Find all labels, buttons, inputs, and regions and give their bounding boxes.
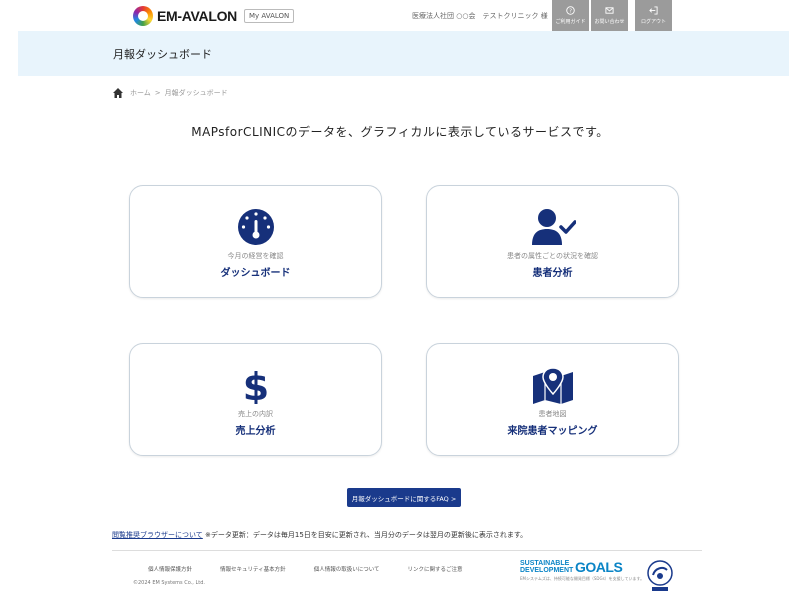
data-update-note: 閲覧推奨ブラウザーについて ※データ更新：データは毎月15日を目安に更新され、当… [112,530,527,540]
logo[interactable]: EM-AVALON My AVALON [133,5,295,27]
patient-analysis-card[interactable]: 患者の属性ごとの状況を確認 患者分析 [426,185,679,298]
patient-mapping-card-title: 来院患者マッピング [507,426,598,437]
dashboard-card-title: ダッシュボード [220,268,291,279]
svg-text:$: $ [243,366,269,404]
footer-link-personal-info[interactable]: 個人情報の取扱いについて [314,565,380,573]
breadcrumb-home[interactable]: ホーム [130,88,151,98]
logo-mark-icon [133,6,153,26]
breadcrumb-current: 月報ダッシュボード [164,89,228,97]
footer-link-link-notice[interactable]: リンクに関するご注意 [408,565,463,573]
map-pin-icon [532,367,573,404]
logout-button[interactable]: ログアウト [635,0,672,31]
dashboard-card[interactable]: 今月の経営を確認 ダッシュボード [129,185,382,298]
footer-links: 個人情報保護方針 情報セキュリティ基本方針 個人情報の取扱いについて リンクに関… [148,565,491,573]
question-icon: ? [566,6,575,15]
contact-button[interactable]: お問い合わせ [591,0,628,31]
title-bar: 月報ダッシュボード [18,31,789,76]
patient-mapping-card-subtitle: 患者地図 [538,410,567,418]
home-icon[interactable] [112,87,124,99]
sales-analysis-card[interactable]: $ 売上の内訳 売上分析 [129,343,382,456]
contact-label: お問い合わせ [594,19,625,25]
logo-text: EM-AVALON [157,8,237,24]
guide-label: ご利用ガイド [555,19,586,25]
guide-button[interactable]: ? ご利用ガイド [552,0,589,31]
sales-analysis-card-title: 売上分析 [235,426,276,437]
gauge-icon [237,209,274,245]
footer-divider [112,550,702,551]
patient-analysis-card-subtitle: 患者の属性ごとの状況を確認 [507,252,598,260]
svg-text:?: ? [569,9,572,15]
breadcrumb: ホーム > 月報ダッシュボード [112,87,228,99]
sdg-logo: SUSTAINABLE DEVELOPMENT GOALS EMシステムズは、持… [520,559,645,582]
breadcrumb-separator: > [154,89,161,97]
logout-label: ログアウト [640,19,666,25]
dollar-icon: $ [243,366,269,404]
privacy-mark-icon [647,560,673,591]
header: EM-AVALON My AVALON 医療法人社団 ○○会 テストクリニック … [0,0,800,31]
dashboard-card-subtitle: 今月の経営を確認 [227,252,284,260]
intro-text: MAPsforCLINICのデータを、グラフィカルに表示しているサービスです。 [191,125,609,139]
patient-mapping-card[interactable]: 患者地図 来院患者マッピング [426,343,679,456]
organization-name: 医療法人社団 ○○会 テストクリニック 様 [412,12,548,20]
footer-link-security-policy[interactable]: 情報セキュリティ基本方針 [220,565,286,573]
footer-link-privacy-policy[interactable]: 個人情報保護方針 [148,565,192,573]
logout-icon [649,6,658,15]
sdg-goals: GOALS [575,559,623,575]
mail-icon [605,7,614,14]
patient-analysis-card-title: 患者分析 [532,268,573,279]
browser-recommendation-link[interactable]: 閲覧推奨ブラウザーについて [112,531,203,539]
data-update-text: ※データ更新：データは毎月15日を目安に更新され、当月分のデータは翌月の更新後に… [205,531,528,539]
patient-check-icon [531,209,576,245]
app-root: EM-AVALON My AVALON 医療法人社団 ○○会 テストクリニック … [0,0,800,600]
my-avalon-badge: My AVALON [244,9,295,23]
copyright: ©2024 EM Systems Co., Ltd. [133,580,205,586]
sales-analysis-card-subtitle: 売上の内訳 [238,410,273,418]
sdg-note: EMシステムズは、持続可能な開発目標（SDGs）を支援しています。 [520,576,645,581]
faq-button[interactable]: 月報ダッシュボードに関するFAQ > [347,488,461,507]
page-title: 月報ダッシュボード [113,48,212,61]
